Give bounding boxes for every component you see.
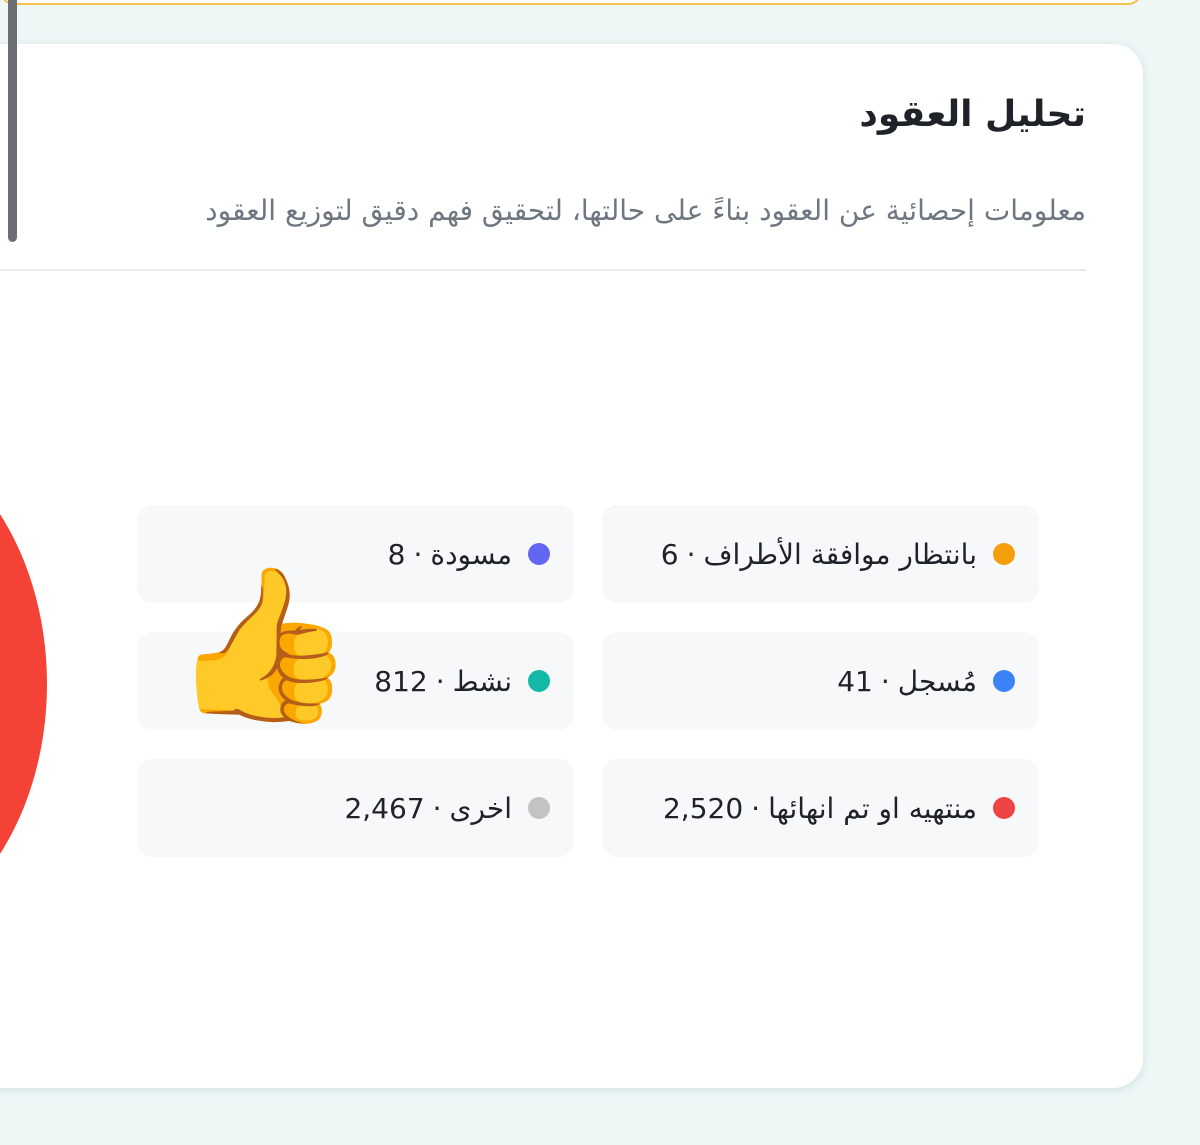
- legend-dot: [993, 543, 1015, 565]
- legend-value: 2,467: [344, 791, 425, 825]
- legend-value: 8: [387, 537, 406, 571]
- legend-value: 812: [374, 664, 428, 698]
- card-title: تحليل العقود: [859, 94, 1086, 135]
- status-pie-chart[interactable]: [0, 424, 47, 944]
- legend-value: 6: [660, 537, 679, 571]
- legend-dot: [993, 797, 1015, 819]
- legend-value: 2,520: [662, 791, 744, 825]
- legend-separator: ·: [686, 537, 696, 571]
- legend-dot: [528, 543, 550, 565]
- legend-dot: [528, 797, 550, 819]
- card-subtitle: معلومات إحصائية عن العقود بناءً على حالت…: [205, 194, 1086, 227]
- legend-item-registered[interactable]: مُسجل · 41: [602, 632, 1039, 730]
- thumbs-up-icon: 👍: [170, 558, 357, 732]
- legend-separator: ·: [751, 791, 761, 825]
- legend-separator: ·: [432, 791, 442, 825]
- legend-separator: ·: [880, 664, 890, 698]
- legend-item-ended[interactable]: منتهيه او تم انهائها · 2,520: [602, 759, 1039, 857]
- top-banner: [0, 0, 1142, 5]
- legend-label: نشط: [452, 664, 512, 698]
- legend-item-other[interactable]: اخرى · 2,467: [137, 759, 574, 857]
- legend-dot: [993, 670, 1015, 692]
- legend-item-pending-approval[interactable]: بانتظار موافقة الأطراف · 6: [602, 505, 1039, 603]
- legend-dot: [528, 670, 550, 692]
- legend-label: بانتظار موافقة الأطراف: [703, 537, 977, 571]
- scrollbar-thumb[interactable]: [8, 0, 17, 242]
- divider: [0, 269, 1086, 271]
- legend-separator: ·: [435, 664, 445, 698]
- legend-label: مسودة: [430, 537, 512, 571]
- legend-label: اخرى: [449, 791, 512, 825]
- legend-label: مُسجل: [897, 664, 977, 698]
- legend-value: 41: [837, 664, 873, 698]
- legend-label: منتهيه او تم انهائها: [768, 791, 977, 825]
- legend-separator: ·: [413, 537, 423, 571]
